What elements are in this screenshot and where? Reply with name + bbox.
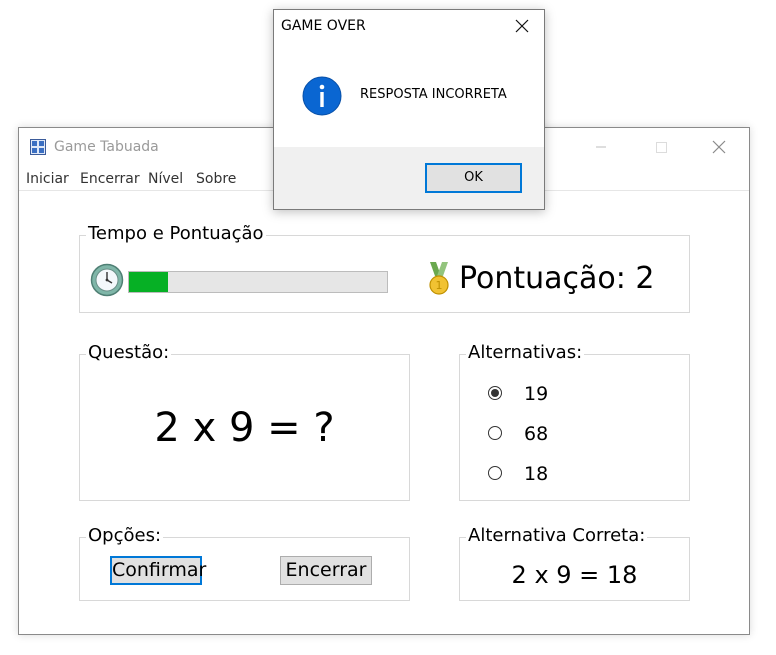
alternatives-group: Alternativas: 19 68 18 [459, 342, 690, 501]
options-group-legend: Opções: [86, 525, 164, 547]
menu-nivel[interactable]: Nível [148, 171, 183, 187]
menu-sobre[interactable]: Sobre [196, 171, 236, 187]
alternative-label[interactable]: 18 [524, 462, 548, 486]
dialog-title: GAME OVER [281, 18, 366, 34]
dialog-footer: OK [274, 147, 544, 209]
ok-button[interactable]: OK [425, 163, 522, 193]
clock-icon [90, 263, 124, 297]
minimize-icon[interactable] [589, 136, 613, 158]
confirm-button[interactable]: Confirmar [110, 556, 206, 585]
game-over-dialog: GAME OVER RESPOSTA INCORRETA OK [273, 9, 545, 210]
app-icon [30, 139, 46, 155]
correct-answer-text: 2 x 9 = 18 [511, 561, 638, 589]
info-icon [302, 76, 342, 116]
radio-button[interactable] [488, 426, 502, 440]
score-group: Tempo e Pontuação 1 Pontuação: 2 [79, 223, 690, 313]
score-group-legend: Tempo e Pontuação [86, 223, 266, 245]
radio-button[interactable] [488, 466, 502, 480]
correct-answer-legend: Alternativa Correta: [466, 525, 648, 547]
end-button[interactable]: Encerrar [280, 556, 372, 585]
time-progress-fill [129, 272, 168, 292]
window-title: Game Tabuada [54, 139, 159, 155]
correct-answer-group: Alternativa Correta: 2 x 9 = 18 [459, 525, 690, 601]
radio-button[interactable] [488, 386, 502, 400]
alternative-label[interactable]: 68 [524, 422, 548, 446]
medal-icon: 1 [429, 262, 449, 295]
close-icon[interactable] [707, 136, 731, 158]
maximize-icon[interactable] [649, 136, 673, 158]
close-icon[interactable] [510, 15, 534, 37]
svg-text:1: 1 [436, 279, 443, 292]
alternative-label[interactable]: 19 [524, 382, 548, 406]
menu-iniciar[interactable]: Iniciar [26, 171, 69, 187]
question-group: Questão: 2 x 9 = ? [79, 342, 410, 501]
time-progress-bar [128, 271, 388, 293]
options-group: Opções: Confirmar Encerrar [79, 525, 410, 601]
question-group-legend: Questão: [86, 342, 172, 364]
dialog-message: RESPOSTA INCORRETA [360, 87, 507, 102]
menu-encerrar[interactable]: Encerrar [80, 171, 140, 187]
score-label: Pontuação: 2 [459, 261, 655, 296]
question-text: 2 x 9 = ? [154, 405, 335, 451]
alternatives-group-legend: Alternativas: [466, 342, 585, 364]
